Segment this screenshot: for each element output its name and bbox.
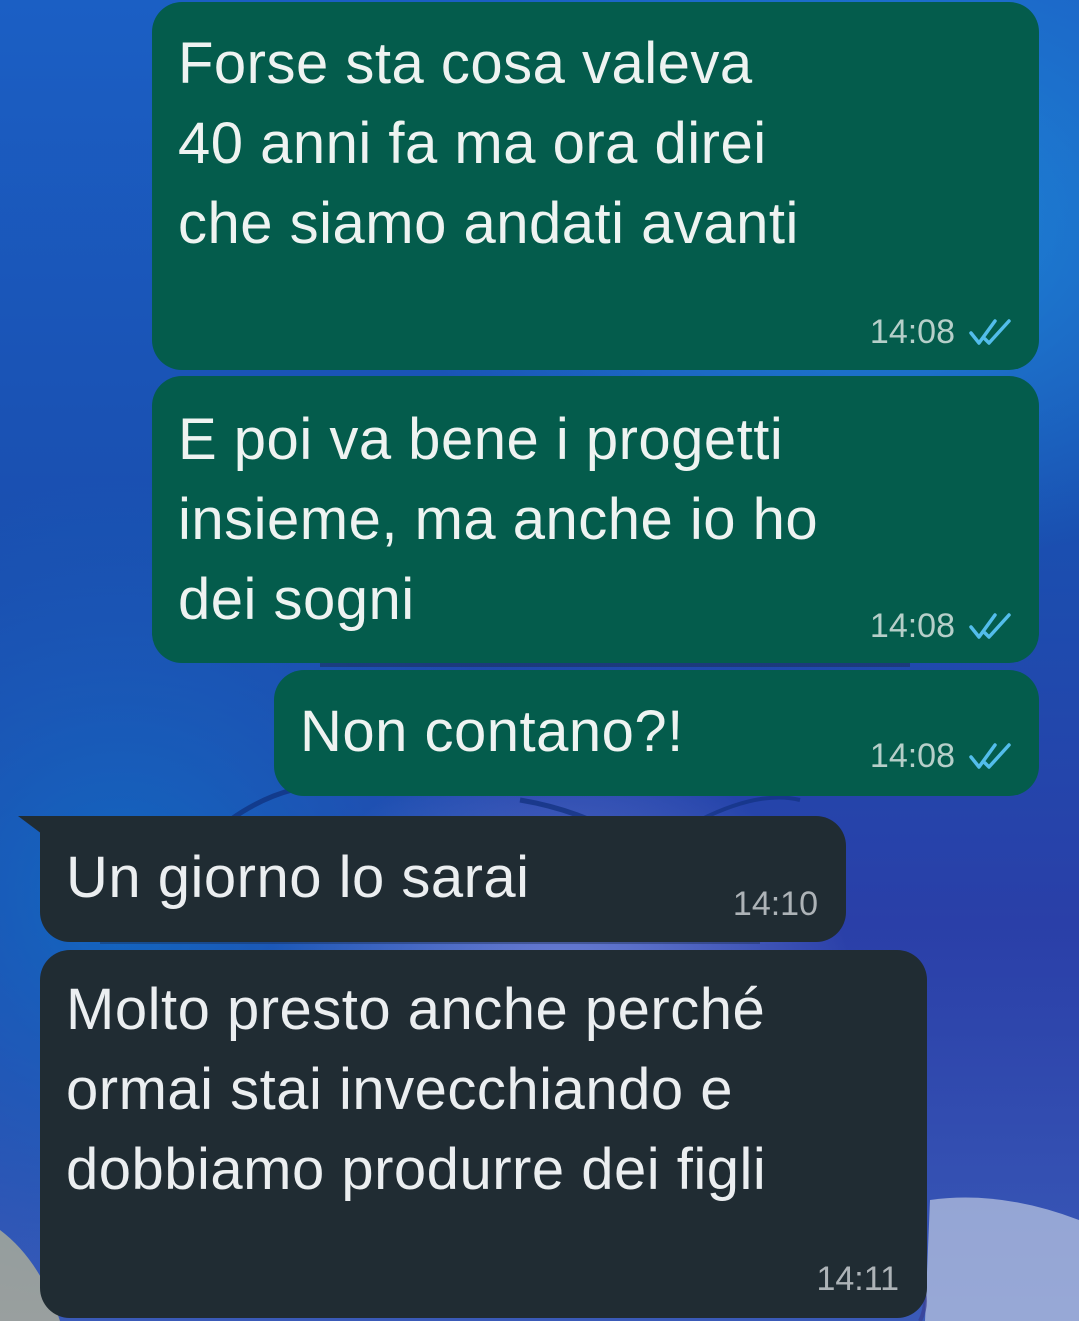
outgoing-message[interactable]: E poi va bene i progetti insieme, ma anc… (152, 376, 1039, 663)
message-meta: 14:08 (870, 606, 1013, 646)
message-meta: 14:10 (733, 884, 818, 924)
message-text: Molto presto anche perché ormai stai inv… (66, 977, 767, 1202)
message-text: E poi va bene i progetti insieme, ma anc… (178, 407, 819, 632)
double-check-icon (969, 319, 1011, 345)
message-text: Forse sta cosa valeva 40 anni fa ma ora … (178, 31, 799, 256)
message-time: 14:08 (869, 607, 955, 645)
incoming-message[interactable]: Molto presto anche perché ormai stai inv… (40, 950, 927, 1318)
message-time: 14:10 (732, 885, 818, 923)
message-time: 14:08 (869, 313, 955, 351)
incoming-message[interactable]: Un giorno lo sarai 14:10 (40, 816, 846, 942)
double-check-icon (969, 743, 1011, 769)
message-time: 14:11 (816, 1260, 899, 1298)
double-check-icon (969, 613, 1011, 639)
message-meta: 14:08 (870, 736, 1013, 776)
outgoing-message[interactable]: Forse sta cosa valeva 40 anni fa ma ora … (152, 2, 1039, 370)
message-text: Un giorno lo sarai (66, 845, 530, 910)
outgoing-message[interactable]: Non contano?! 14:08 (274, 670, 1039, 796)
message-text: Non contano?! (300, 699, 684, 764)
message-time: 14:08 (869, 737, 955, 775)
message-meta: 14:08 (870, 312, 1013, 352)
message-meta: 14:11 (816, 1259, 899, 1299)
